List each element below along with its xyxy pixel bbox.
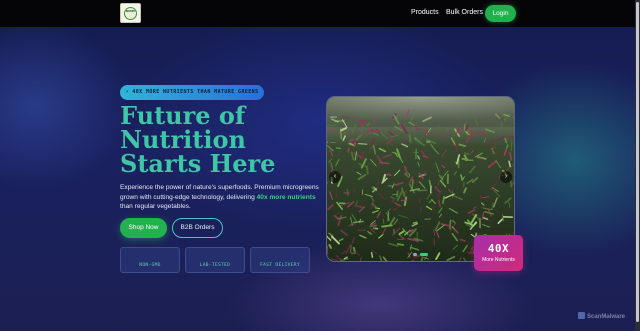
logo-text: BRND — [126, 9, 135, 13]
watermark-text: ScanMalware — [587, 314, 626, 320]
microgreen-leaf — [513, 232, 514, 234]
microgreen-leaf — [378, 161, 381, 168]
microgreen-leaf — [328, 244, 332, 249]
microgreen-leaf — [357, 143, 368, 145]
b2b-orders-button[interactable]: B2B Orders — [172, 218, 223, 238]
carousel-next-arrow[interactable]: › — [500, 171, 512, 183]
microgreen-leaf — [487, 219, 493, 222]
feature-card-fast-delivery: FAST DELIVERY — [250, 247, 310, 273]
shop-now-button[interactable]: Shop Now — [120, 218, 167, 238]
top-navbar: BRND Products Bulk Orders Login — [0, 0, 635, 27]
nav-link-products[interactable]: Products — [411, 9, 439, 16]
chevron-right-icon: › — [504, 173, 508, 180]
login-button[interactable]: Login — [485, 5, 516, 22]
feature-card-lab-tested: LAB-TESTED — [185, 247, 245, 273]
microgreen-leaf — [399, 115, 402, 121]
microgreen-leaf — [350, 245, 352, 253]
nav-link-bulk-orders[interactable]: Bulk Orders — [446, 9, 483, 16]
microgreen-leaf — [508, 135, 514, 138]
hero-title-line: Starts Here — [120, 149, 276, 178]
watermark: ScanMalware — [578, 312, 634, 322]
microgreen-leaf — [353, 220, 364, 224]
microgreen-leaf — [353, 188, 355, 193]
stat-value: 40X — [487, 242, 510, 255]
hero-description: Experience the power of nature's superfo… — [120, 183, 320, 212]
carousel-dot-active[interactable] — [420, 253, 428, 256]
scrollbar-thumb[interactable] — [636, 2, 639, 322]
hero-description-highlight: 40x more nutrients — [256, 193, 316, 201]
microgreen-leaf — [448, 219, 452, 230]
microgreen-leaf — [428, 179, 432, 186]
chevron-left-icon: ‹ — [333, 173, 337, 180]
carousel-dot[interactable] — [413, 253, 417, 256]
microgreen-leaf — [411, 179, 414, 190]
microgreen-leaf — [366, 165, 369, 175]
microgreen-leaf — [489, 188, 496, 190]
microgreen-leaf — [510, 180, 513, 188]
hero-badge: ⚡ 40X MORE NUTRIENTS THAN MATURE GREENS — [120, 85, 264, 100]
microgreen-leaf — [387, 211, 390, 222]
brand-logo[interactable]: BRND — [120, 3, 141, 23]
microgreen-leaf — [420, 257, 424, 261]
nutrient-stat-card: 40X More Nutrients — [474, 235, 523, 271]
microgreen-leaf — [357, 119, 364, 123]
carousel-prev-arrow[interactable]: ‹ — [329, 171, 341, 183]
microgreen-leaf — [463, 152, 470, 156]
microgreen-leaf — [396, 243, 405, 246]
microgreen-leaf — [397, 238, 406, 241]
microgreen-leaf — [461, 157, 469, 161]
stat-label: More Nutrients — [482, 257, 515, 263]
microgreen-leaf — [442, 195, 445, 204]
microgreen-leaf — [385, 173, 392, 176]
microgreen-leaf — [350, 140, 362, 144]
microgreen-leaf — [403, 196, 408, 207]
hero-description-text-end: than regular vegetables. — [120, 203, 191, 211]
microgreen-leaf — [417, 189, 428, 192]
microgreen-leaf — [502, 214, 504, 222]
feature-card-non-gmo: NON-GMO — [120, 247, 180, 273]
watermark-logo-icon — [578, 312, 585, 319]
microgreen-leaf — [370, 252, 374, 258]
page-background — [0, 0, 640, 331]
microgreen-leaf — [412, 221, 418, 224]
microgreen-leaf — [462, 181, 465, 188]
microgreen-leaf — [347, 147, 350, 153]
hero-title: Future of Nutrition Starts Here — [120, 104, 320, 176]
microgreen-leaf — [420, 206, 422, 213]
